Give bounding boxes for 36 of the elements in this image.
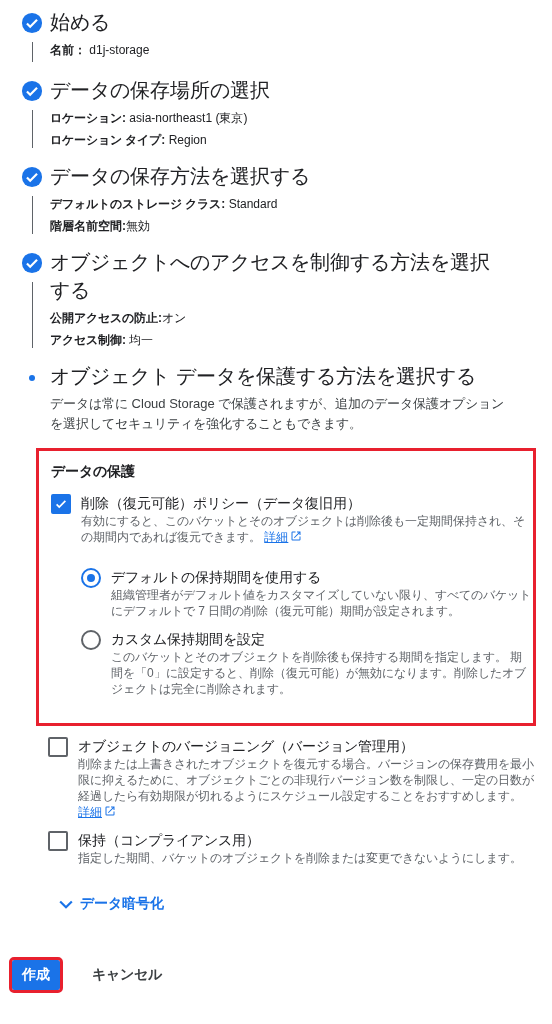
option-label: 削除（復元可能）ポリシー（データ復旧用） <box>81 494 362 513</box>
step-summary: デフォルトのストレージ クラス: Standard <box>50 196 279 212</box>
cancel-button[interactable]: キャンセル <box>82 960 172 990</box>
radio-button[interactable] <box>81 630 101 650</box>
create-button[interactable]: 作成 <box>12 960 60 990</box>
checkbox[interactable] <box>48 831 68 851</box>
option-description: このバケットとそのオブジェクトを削除後も保持する期間を指定します。 期間を「0」に設定すると、削除（復元可能）が無効になります。削除したオブジェクトは完全に削除されます。 <box>111 649 527 697</box>
option-description: 指定した期間、バケットのオブジェクトを削除または変更できないようにします。 <box>78 850 523 866</box>
option-description: 組織管理者がデフォルト値をカスタマイズしていない限り、すべてのバケットにデフォルトで 7 日間の削除（復元可能）期間が設定されます。 <box>111 587 531 619</box>
radio-button[interactable] <box>81 568 101 588</box>
step-title: データの保存方法を選択する <box>50 164 311 189</box>
step-summary: 名前： d1j-storage <box>50 42 151 58</box>
step-title: オブジェクトへのアクセスを制御する方法を選択する <box>50 250 491 303</box>
step-description: データは常に Cloud Storage で保護されますが、追加のデータ保護オプションを選択してセキュリティを強化することもできます。 <box>50 395 506 433</box>
checkbox[interactable] <box>48 737 68 757</box>
step-summary: 公開アクセスの防止:オン <box>50 310 187 326</box>
details-link[interactable]: 詳細 <box>78 805 116 819</box>
option-description: 有効にすると、このバケットとそのオブジェクトは削除後も一定期間保持され、その期間内であれば復元できます。 詳細 <box>81 513 526 545</box>
step-summary: 階層名前空間:無効 <box>50 218 151 234</box>
step-title: データの保存場所の選択 <box>50 78 271 103</box>
encryption-expander[interactable]: データ暗号化 <box>56 894 164 914</box>
external-link-icon <box>290 530 303 542</box>
step-summary: アクセス制御: 均一 <box>50 332 155 348</box>
option-label: デフォルトの保持期間を使用する <box>111 568 322 587</box>
checkbox[interactable] <box>51 494 71 514</box>
option-label: オブジェクトのバージョニング（バージョン管理用） <box>78 737 415 756</box>
option-label: 保持（コンプライアンス用） <box>78 831 261 850</box>
section-heading: データの保護 <box>51 463 136 481</box>
step-summary: ロケーション タイプ: Region <box>50 132 208 148</box>
step-title: オブジェクト データを保護する方法を選択する <box>50 364 477 389</box>
option-label: カスタム保持期間を設定 <box>111 630 266 649</box>
step-title: 始める <box>50 10 111 35</box>
step-summary: ロケーション: asia-northeast1 (東京) <box>50 110 249 126</box>
external-link-icon <box>104 805 116 817</box>
option-description: 削除または上書きされたオブジェクトを復元する場合。バージョンの保存費用を最小限に抑えるために、オブジェクトごとの非現行バージョン数を制限し、一定の日数が経過したら有効期限が切れるようにスケジュール設定することをおすすめします。 詳細 <box>78 756 535 820</box>
details-link[interactable]: 詳細 <box>264 530 303 544</box>
